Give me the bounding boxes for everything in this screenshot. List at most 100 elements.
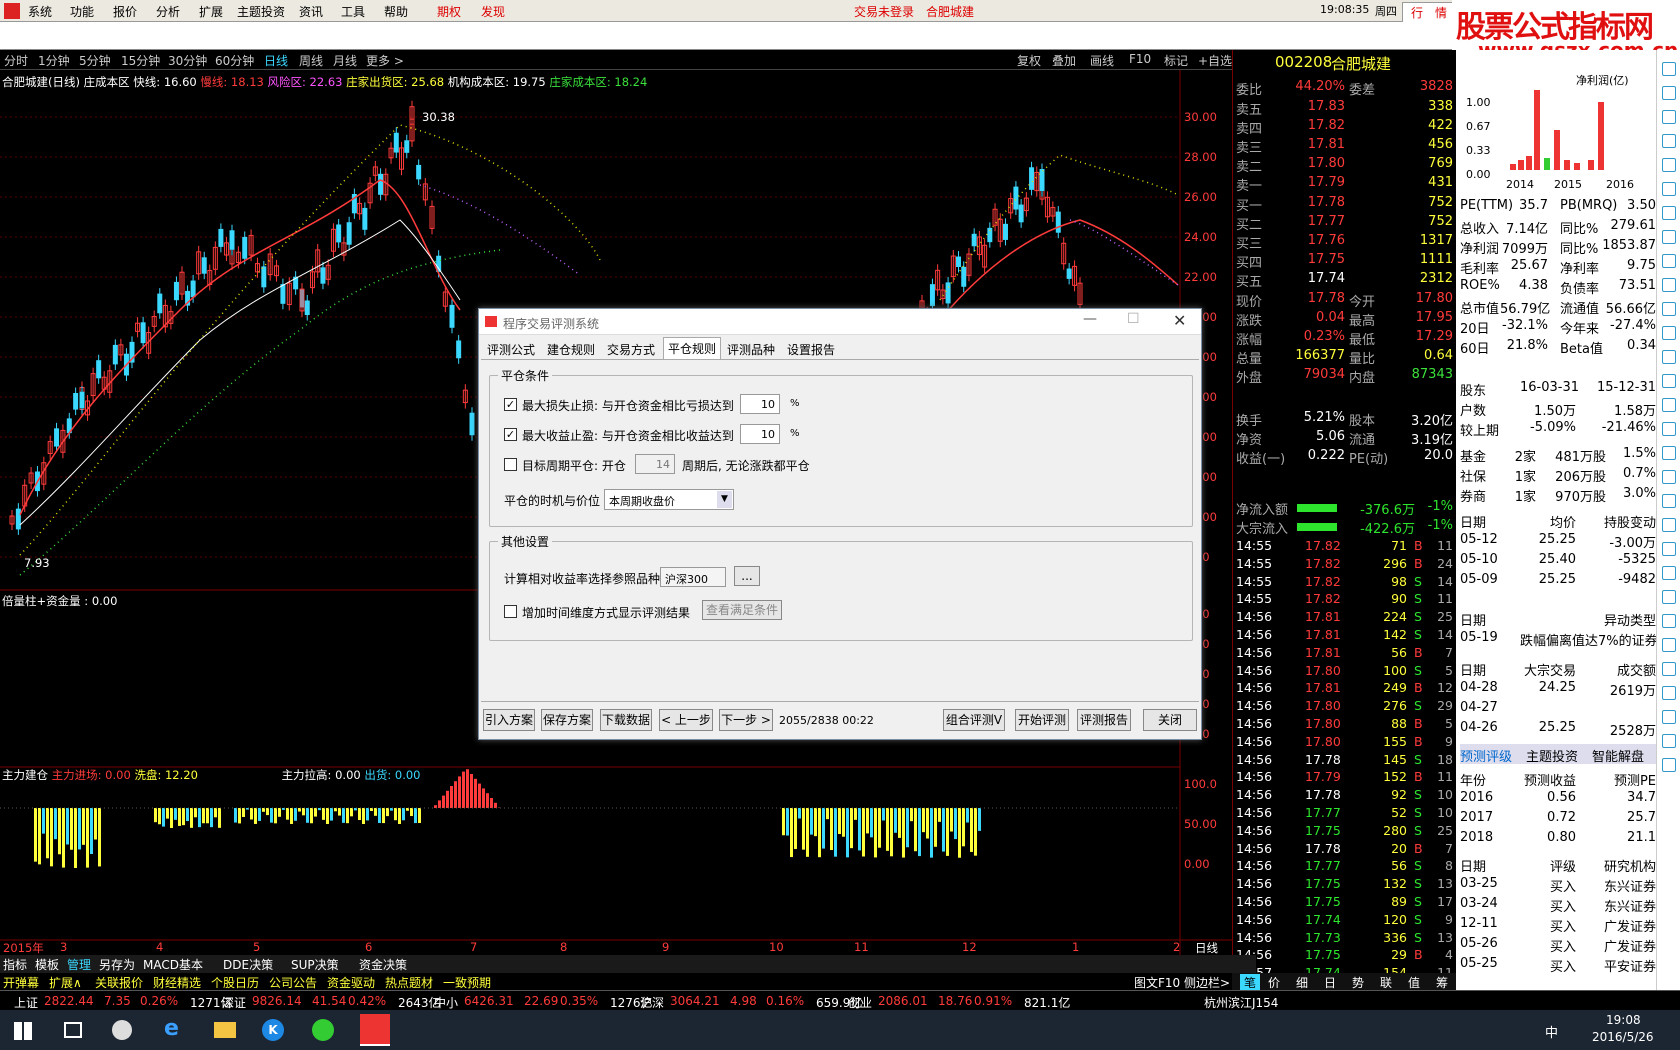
right-tab[interactable]: 筹: [1436, 974, 1448, 991]
toolbar-icon[interactable]: [1662, 662, 1676, 676]
menu-theme-invest[interactable]: 主题投资: [237, 3, 285, 20]
function-tab[interactable]: 一致预期: [443, 974, 491, 991]
restore-right-button[interactable]: 复权: [1017, 52, 1041, 69]
toolbar-icon[interactable]: [1662, 182, 1676, 196]
toolbar-icon[interactable]: [1662, 398, 1676, 412]
toolbar-icon[interactable]: [1662, 470, 1676, 484]
toolbar-icon[interactable]: [1662, 566, 1676, 580]
menu-tools[interactable]: 工具: [341, 3, 365, 20]
stop-loss-checkbox[interactable]: ✓: [504, 398, 517, 411]
k-app-icon[interactable]: K: [262, 1019, 284, 1041]
quote-mode-button[interactable]: 行 情: [1402, 2, 1457, 23]
toolbar-icon[interactable]: [1662, 230, 1676, 244]
period-tab[interactable]: 分时: [4, 52, 28, 69]
period-tab[interactable]: 15分钟: [121, 52, 160, 69]
f10-tab[interactable]: 图文F10: [1134, 974, 1180, 991]
stock-app-icon[interactable]: [360, 1014, 390, 1046]
overlay-button[interactable]: 叠加: [1052, 52, 1076, 69]
right-tab[interactable]: 日: [1324, 974, 1336, 991]
toolbar-icon[interactable]: [1662, 758, 1676, 772]
toolbar-icon[interactable]: [1662, 686, 1676, 700]
indicator-tab[interactable]: 资金决策: [359, 956, 407, 973]
menu-news[interactable]: 资讯: [299, 3, 323, 20]
close-button[interactable]: 关闭: [1143, 709, 1197, 731]
save-plan-button[interactable]: 保存方案: [541, 709, 593, 731]
toolbar-icon[interactable]: [1662, 110, 1676, 124]
period-tab[interactable]: 60分钟: [215, 52, 254, 69]
toolbar-icon[interactable]: [1662, 710, 1676, 724]
index-cell[interactable]: 深证: [222, 994, 246, 1011]
import-plan-button[interactable]: 引入方案: [483, 709, 535, 731]
ref-browse-button[interactable]: ...: [734, 566, 760, 586]
indicator-tab[interactable]: DDE决策: [223, 956, 273, 973]
menu-help[interactable]: 帮助: [384, 3, 408, 20]
tab-trade-mode[interactable]: 交易方式: [603, 339, 659, 359]
tab-report-settings[interactable]: 设置报告: [783, 339, 839, 359]
address-bar[interactable]: [0, 22, 1680, 50]
combo-test-button[interactable]: 组合评测V: [943, 709, 1005, 731]
indicator-tab[interactable]: MACD基本: [143, 956, 203, 973]
menu-system[interactable]: 系统: [28, 3, 52, 20]
take-profit-checkbox[interactable]: ✓: [504, 428, 517, 441]
stop-loss-input[interactable]: 10: [740, 394, 780, 414]
indicator-tab[interactable]: 模板: [35, 956, 59, 973]
test-report-button[interactable]: 评测报告: [1077, 709, 1131, 731]
right-tab[interactable]: 笔: [1240, 974, 1261, 991]
index-cell[interactable]: 沪深: [640, 994, 664, 1011]
start-icon[interactable]: [14, 1022, 32, 1040]
prev-step-button[interactable]: < 上一步: [659, 709, 713, 731]
indicator-tab[interactable]: SUP决策: [291, 956, 339, 973]
toolbar-icon[interactable]: [1662, 254, 1676, 268]
edge-icon[interactable]: e: [164, 1018, 186, 1040]
f10-button[interactable]: F10: [1129, 52, 1151, 66]
time-dimension-checkbox[interactable]: [504, 605, 517, 618]
function-tab[interactable]: 财经精选: [153, 974, 201, 991]
tab-variety[interactable]: 评测品种: [723, 339, 779, 359]
function-tab[interactable]: 公司公告: [269, 974, 317, 991]
menu-analysis[interactable]: 分析: [156, 3, 180, 20]
view-conditions-button[interactable]: 查看满足条件: [702, 600, 782, 620]
minimize-button[interactable]: —: [1083, 311, 1097, 327]
start-test-button[interactable]: 开始评测: [1015, 709, 1069, 731]
right-tab[interactable]: 值: [1408, 974, 1420, 991]
toolbar-icon[interactable]: [1662, 446, 1676, 460]
period-tab[interactable]: 1分钟: [38, 52, 70, 69]
period-tab[interactable]: 周线: [299, 52, 323, 69]
toolbar-icon[interactable]: [1662, 350, 1676, 364]
tab-close-rule[interactable]: 平仓规则: [663, 337, 722, 359]
menu-options[interactable]: 期权: [437, 3, 461, 20]
toolbar-icon[interactable]: [1662, 278, 1676, 292]
indicator-tab[interactable]: 指标: [3, 956, 27, 973]
explorer-icon[interactable]: [214, 1022, 236, 1038]
right-tab[interactable]: 价: [1268, 974, 1280, 991]
chevron-down-icon[interactable]: ▼: [717, 491, 732, 508]
predict-tab[interactable]: 主题投资: [1526, 746, 1578, 765]
toolbar-icon[interactable]: [1662, 158, 1676, 172]
timing-select[interactable]: 本周期收盘价 ▼: [604, 489, 734, 510]
toolbar-icon[interactable]: [1662, 542, 1676, 556]
index-cell[interactable]: 上证: [14, 994, 38, 1011]
toolbar-icon[interactable]: [1662, 494, 1676, 508]
app-icon[interactable]: [112, 1020, 132, 1040]
indicator-tab[interactable]: 另存为: [99, 956, 135, 973]
function-tab[interactable]: 关联报价: [95, 974, 143, 991]
function-tab[interactable]: 资金驱动: [327, 974, 375, 991]
index-cell[interactable]: 中小: [434, 994, 458, 1011]
predict-tab[interactable]: 智能解盘: [1592, 746, 1644, 765]
toolbar-icon[interactable]: [1662, 638, 1676, 652]
toolbar-icon[interactable]: [1662, 62, 1676, 76]
right-tab[interactable]: 联: [1380, 974, 1392, 991]
task-view-icon[interactable]: [64, 1022, 82, 1038]
take-profit-input[interactable]: 10: [740, 424, 780, 444]
ime-indicator[interactable]: 中: [1545, 1022, 1558, 1041]
toolbar-icon[interactable]: [1662, 206, 1676, 220]
function-tab[interactable]: 个股日历: [211, 974, 259, 991]
next-step-button[interactable]: 下一步 >: [719, 709, 773, 731]
add-favorite-button[interactable]: +自选: [1198, 52, 1232, 69]
index-cell[interactable]: 创业: [848, 994, 872, 1011]
period-more[interactable]: 更多 >: [366, 52, 404, 69]
period-tab[interactable]: 30分钟: [168, 52, 207, 69]
function-tab[interactable]: 热点题材: [385, 974, 433, 991]
browser-icon[interactable]: [312, 1019, 334, 1041]
period-tab-active[interactable]: 日线: [264, 52, 288, 69]
